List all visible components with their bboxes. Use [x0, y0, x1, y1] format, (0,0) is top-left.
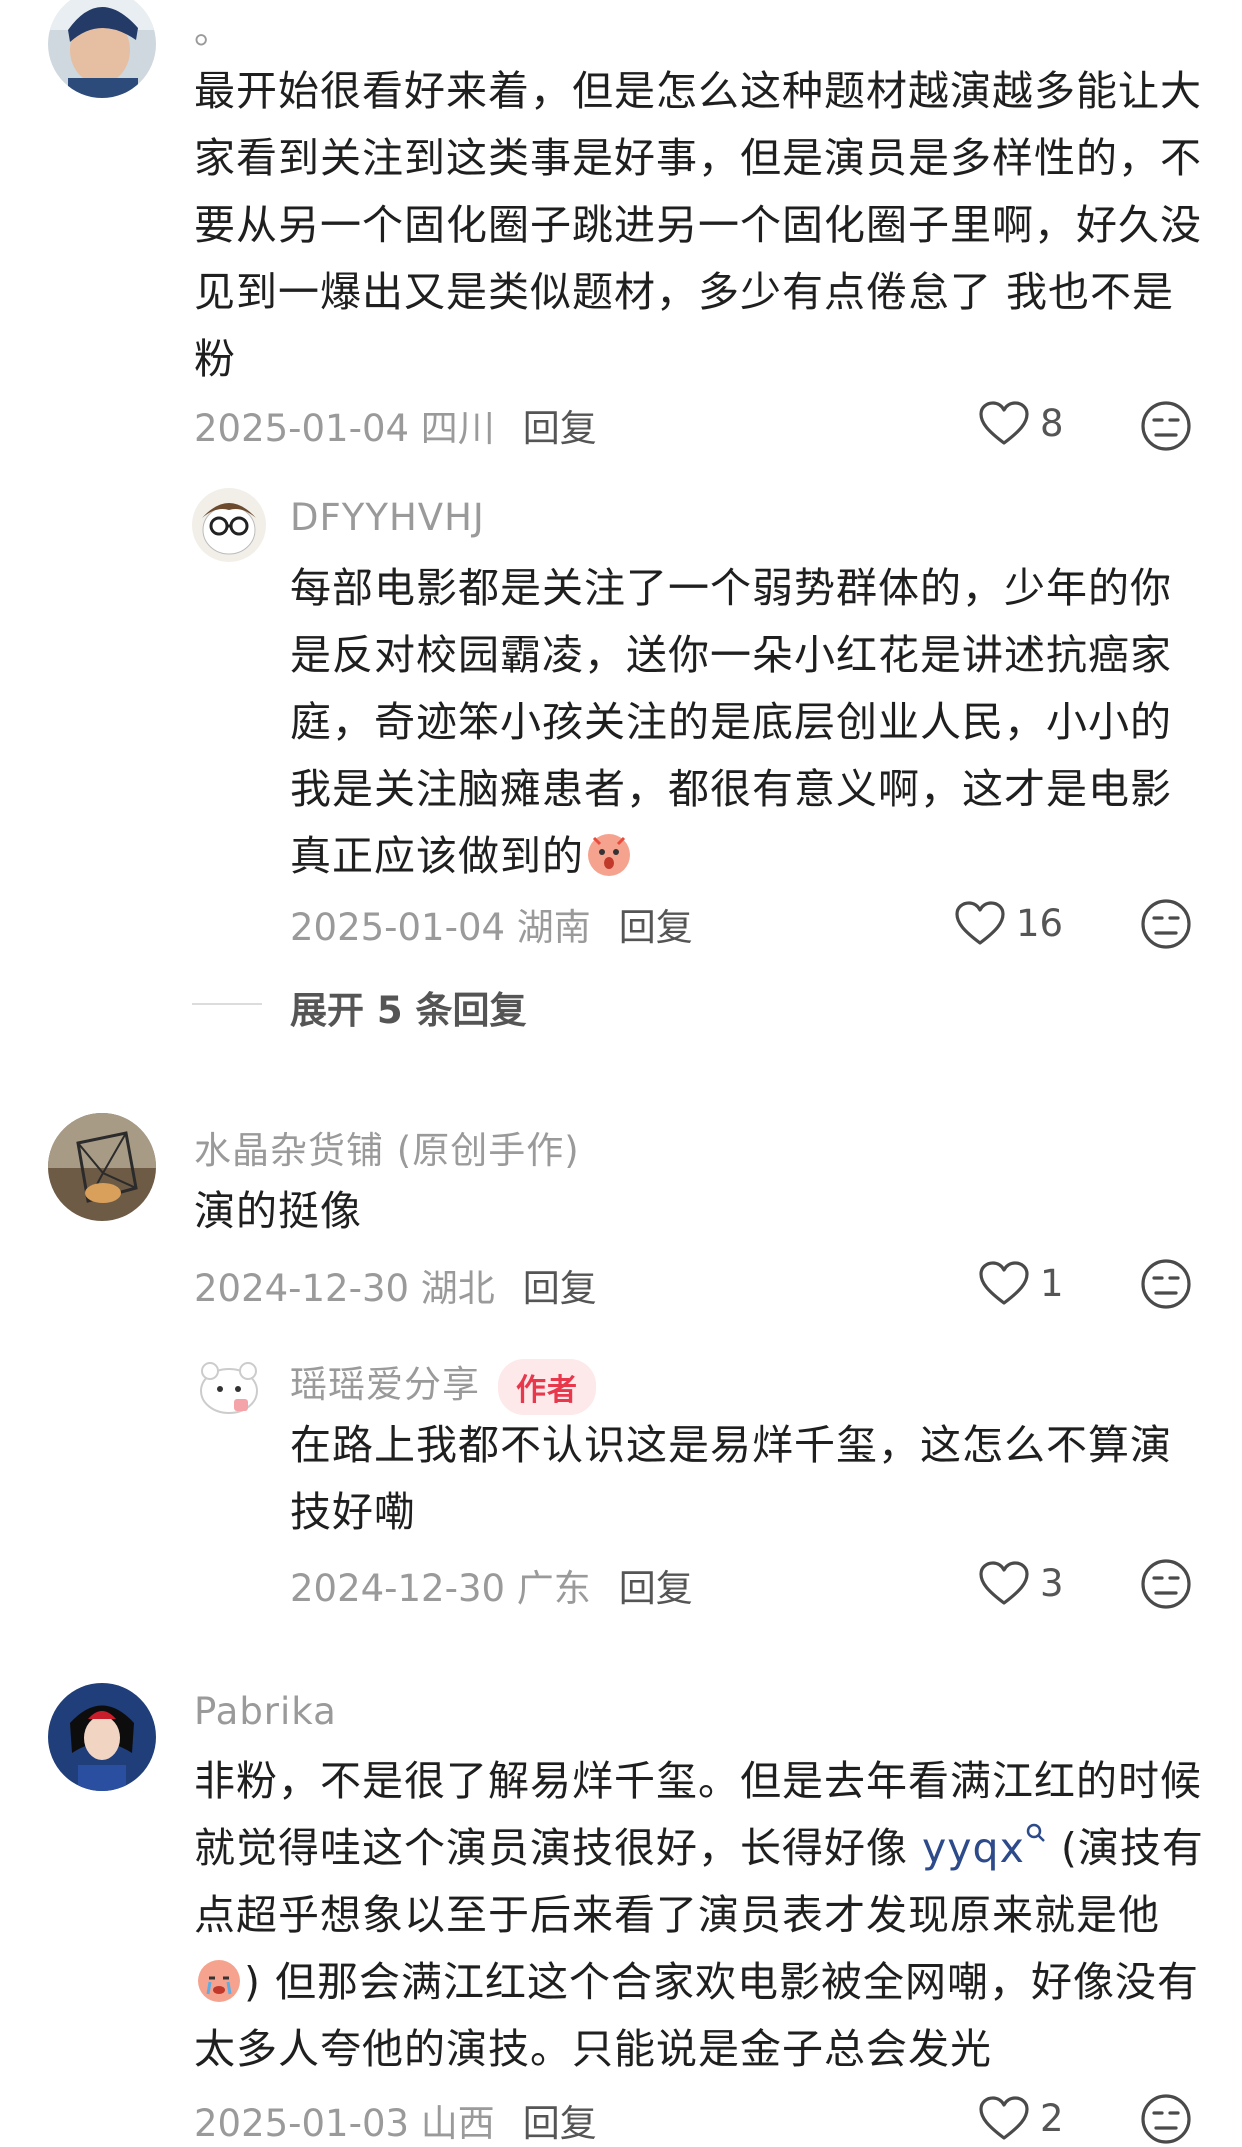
- like-button[interactable]: 8: [978, 400, 1064, 446]
- avatar[interactable]: [192, 1347, 266, 1421]
- reply-button[interactable]: 回复: [619, 906, 693, 949]
- heart-icon: [978, 1260, 1030, 1306]
- username-row: 瑶瑶爱分享 作者: [290, 1354, 596, 1415]
- comment-meta: 2025-01-04 四川 回复: [194, 398, 597, 452]
- avatar[interactable]: [192, 488, 266, 562]
- divider: [192, 1003, 262, 1005]
- heart-icon: [954, 900, 1006, 946]
- dislike-face-icon[interactable]: [1140, 400, 1192, 452]
- search-link-icon: [1026, 1823, 1045, 1842]
- username[interactable]: DFYYHVHJ: [290, 496, 485, 539]
- reply-button[interactable]: 回复: [523, 1267, 597, 1310]
- search-link[interactable]: yyqx: [922, 1823, 1047, 1872]
- crying-face-emoji-icon: [194, 1954, 244, 2004]
- comment-meta: 2025-01-03 山西 回复: [194, 2093, 597, 2147]
- like-button[interactable]: 1: [978, 1260, 1064, 1306]
- like-count: 3: [1040, 1561, 1064, 1605]
- like-count: 2: [1040, 2096, 1064, 2140]
- heart-icon: [978, 1560, 1030, 1606]
- avatar[interactable]: [48, 0, 156, 98]
- comment-meta: 2024-12-30 湖北 回复: [194, 1258, 597, 1312]
- author-badge: 作者: [498, 1358, 596, 1415]
- comment-text: 演的挺像: [194, 1187, 362, 1235]
- comment-text: 最开始很看好来着，但是怎么这种题材越演越多能让大家看到关注到这类事是好事，但是演…: [194, 67, 1202, 383]
- heart-icon: [978, 2095, 1030, 2141]
- reply-button[interactable]: 回复: [523, 407, 597, 450]
- comment-text: 非粉，不是很了解易烊千玺。但是去年看满江红的时候就觉得哇这个演员演技很好，长得好…: [194, 1757, 1204, 2073]
- username[interactable]: 瑶瑶爱分享: [290, 1363, 480, 1406]
- like-button[interactable]: 2: [978, 2095, 1064, 2141]
- avatar[interactable]: [48, 1683, 156, 1791]
- avatar[interactable]: [48, 1113, 156, 1221]
- like-button[interactable]: 3: [978, 1560, 1064, 1606]
- username[interactable]: 水晶杂货铺 (原创手作): [194, 1120, 580, 1174]
- heart-icon: [978, 400, 1030, 446]
- like-count: 1: [1040, 1261, 1064, 1305]
- date-location: 2025-01-04 四川: [194, 407, 495, 450]
- like-count: 16: [1016, 901, 1064, 945]
- dislike-face-icon[interactable]: [1140, 898, 1192, 950]
- username[interactable]: 。: [194, 0, 232, 54]
- reply-text: 每部电影都是关注了一个弱势群体的，少年的你是反对校园霸凌，送你一朵小红花是讲述抗…: [290, 564, 1172, 880]
- date-location: 2024-12-30 湖北: [194, 1267, 495, 1310]
- comment-meta: 2024-12-30 广东 回复: [290, 1558, 693, 1612]
- date-location: 2024-12-30 广东: [290, 1567, 591, 1610]
- comment-meta: 2025-01-04 湖南 回复: [290, 897, 693, 951]
- reply-button[interactable]: 回复: [619, 1567, 693, 1610]
- date-location: 2025-01-03 山西: [194, 2102, 495, 2145]
- dislike-face-icon[interactable]: [1140, 1258, 1192, 1310]
- expand-replies-button[interactable]: 展开 5 条回复: [290, 980, 527, 1034]
- like-count: 8: [1040, 401, 1064, 445]
- reply-button[interactable]: 回复: [523, 2102, 597, 2145]
- dislike-face-icon[interactable]: [1140, 2093, 1192, 2145]
- crying-face-emoji-icon: [584, 828, 634, 878]
- reply-text: 在路上我都不认识这是易烊千玺，这怎么不算演技好嘞: [290, 1421, 1172, 1536]
- dislike-face-icon[interactable]: [1140, 1558, 1192, 1610]
- date-location: 2025-01-04 湖南: [290, 906, 591, 949]
- like-button[interactable]: 16: [954, 900, 1063, 946]
- username[interactable]: Pabrika: [194, 1690, 337, 1733]
